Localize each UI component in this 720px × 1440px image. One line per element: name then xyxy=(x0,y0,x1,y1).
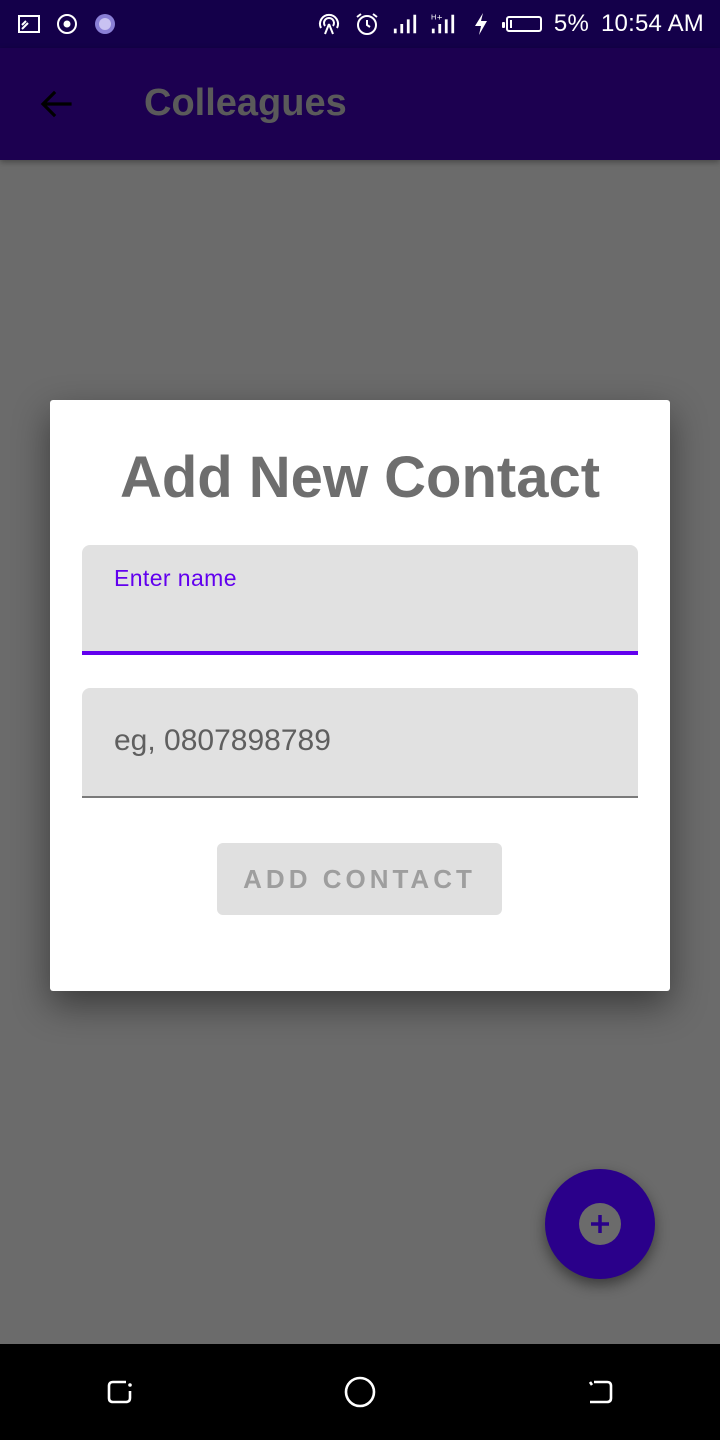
add-fab-button[interactable] xyxy=(545,1169,655,1279)
home-icon xyxy=(344,1376,376,1408)
plus-icon xyxy=(579,1203,621,1245)
signal-icon xyxy=(392,11,418,37)
status-time: 10:54 AM xyxy=(600,10,704,37)
recent-apps-icon xyxy=(107,1380,132,1404)
recent-apps-button[interactable] xyxy=(90,1362,150,1422)
add-contact-button[interactable]: ADD CONTACT xyxy=(217,843,502,915)
page-title: Colleagues xyxy=(144,82,347,124)
home-button[interactable] xyxy=(330,1362,390,1422)
dialog-title: Add New Contact xyxy=(119,445,601,510)
status-bar-left xyxy=(16,11,118,37)
add-contact-dialog: Add New Contact Enter name eg, 080789878… xyxy=(50,400,670,991)
battery-icon xyxy=(501,16,542,32)
name-field[interactable]: Enter name xyxy=(82,545,638,655)
status-bar-right: H+ 5% 10:54 AM xyxy=(316,10,704,38)
phone-field-placeholder: eg, 0807898789 xyxy=(114,724,331,757)
back-button[interactable] xyxy=(32,78,80,130)
battery-level xyxy=(509,20,512,28)
cast-icon xyxy=(16,11,42,37)
system-nav-bar xyxy=(0,1344,720,1440)
phone-field[interactable]: eg, 0807898789 xyxy=(82,688,638,798)
signal-hplus-icon: H+ xyxy=(430,11,456,37)
app-logo-icon xyxy=(92,11,118,37)
charging-icon xyxy=(468,11,494,37)
hotspot-icon xyxy=(316,11,342,37)
app-bar: Colleagues xyxy=(0,48,720,160)
back-nav-icon xyxy=(588,1380,613,1404)
name-field-label: Enter name xyxy=(114,565,237,591)
battery-percent: 5% xyxy=(553,10,589,37)
alarm-icon xyxy=(354,11,380,37)
status-bar: H+ 5% 10:54 AM xyxy=(0,0,720,48)
svg-text:H+: H+ xyxy=(431,12,443,21)
back-nav-button[interactable] xyxy=(570,1362,630,1422)
target-icon xyxy=(54,11,80,37)
arrow-back-icon xyxy=(40,90,72,118)
